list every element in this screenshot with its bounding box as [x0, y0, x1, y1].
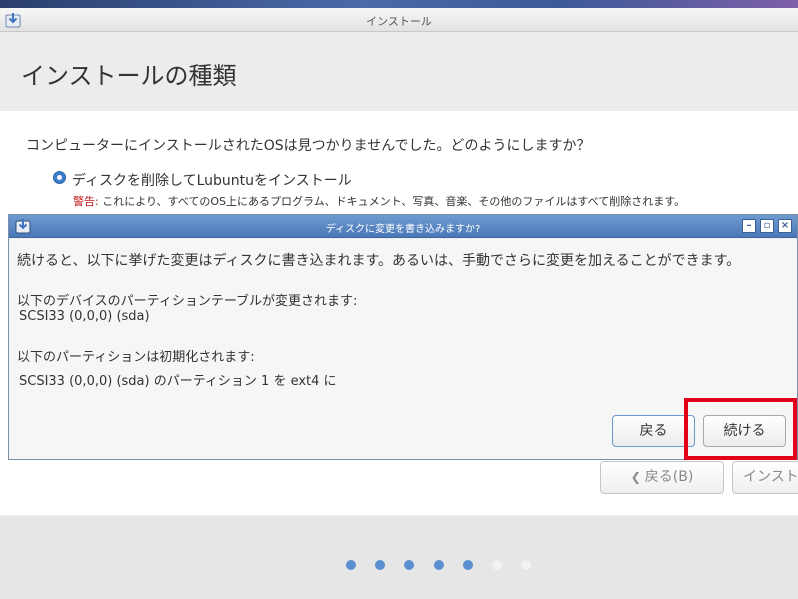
maximize-icon[interactable]: ▫ [760, 219, 774, 233]
install-now-button-label: インストール [743, 469, 798, 485]
warning-text: これにより、すべてのOS上にあるプログラム、ドキュメント、写真、音楽、その他のフ… [98, 195, 686, 208]
radio-selected-icon[interactable] [53, 171, 66, 184]
partition-table-heading: 以下のデバイスのパーティションテーブルが変更されます: [17, 294, 358, 309]
highlight-box [684, 398, 797, 460]
format-item: SCSI33 (0,0,0) (sda) のパーティション 1 を ext4 に [19, 374, 337, 389]
warning-label: 警告: [73, 195, 99, 208]
step-dot [462, 560, 473, 570]
write-changes-dialog: ディスクに変更を書き込みますか? – ▫ × 続けると、以下に挙げた変更はディス… [8, 214, 798, 460]
window-title: インストール [366, 15, 432, 28]
step-dot [492, 560, 502, 570]
chevron-left-icon: ❮ [630, 470, 641, 484]
window-titlebar[interactable]: インストール [0, 8, 798, 32]
erase-disk-option-label: ディスクを削除してLubuntuをインストール [72, 173, 352, 189]
partition-table-device: SCSI33 (0,0,0) (sda) [19, 309, 150, 324]
step-dot [521, 560, 532, 570]
progress-area [0, 516, 798, 599]
warning-message: 警告: これにより、すべてのOS上にあるプログラム、ドキュメント、写真、音楽、そ… [73, 193, 685, 209]
page-header: インストールの種類 [0, 33, 798, 111]
step-dot [433, 560, 444, 570]
step-dot [346, 560, 356, 570]
back-button[interactable]: ❮ 戻る(B) [600, 461, 724, 494]
minimize-icon[interactable]: – [742, 219, 756, 233]
dialog-body: 続けると、以下に挙げた変更はディスクに書き込まれます。あるいは、手動でさらに変更… [9, 239, 797, 459]
step-dot [375, 560, 386, 570]
format-heading: 以下のパーティションは初期化されます: [17, 350, 255, 365]
dialog-back-button[interactable]: 戻る [612, 415, 695, 447]
page-title: インストールの種類 [21, 62, 237, 90]
step-dot [404, 560, 415, 570]
close-icon[interactable]: × [778, 219, 792, 233]
dialog-title: ディスクに変更を書き込みますか? [325, 224, 481, 235]
dialog-intro: 続けると、以下に挙げた変更はディスクに書き込まれます。あるいは、手動でさらに変更… [17, 253, 741, 269]
dialog-titlebar[interactable]: ディスクに変更を書き込みますか? – ▫ × [9, 215, 797, 238]
back-button-label: 戻る(B) [644, 469, 694, 485]
install-question: コンピューターにインストールされたOSは見つかりませんでした。どのようにしますか… [26, 138, 591, 154]
install-now-button[interactable]: インストール [732, 461, 798, 494]
